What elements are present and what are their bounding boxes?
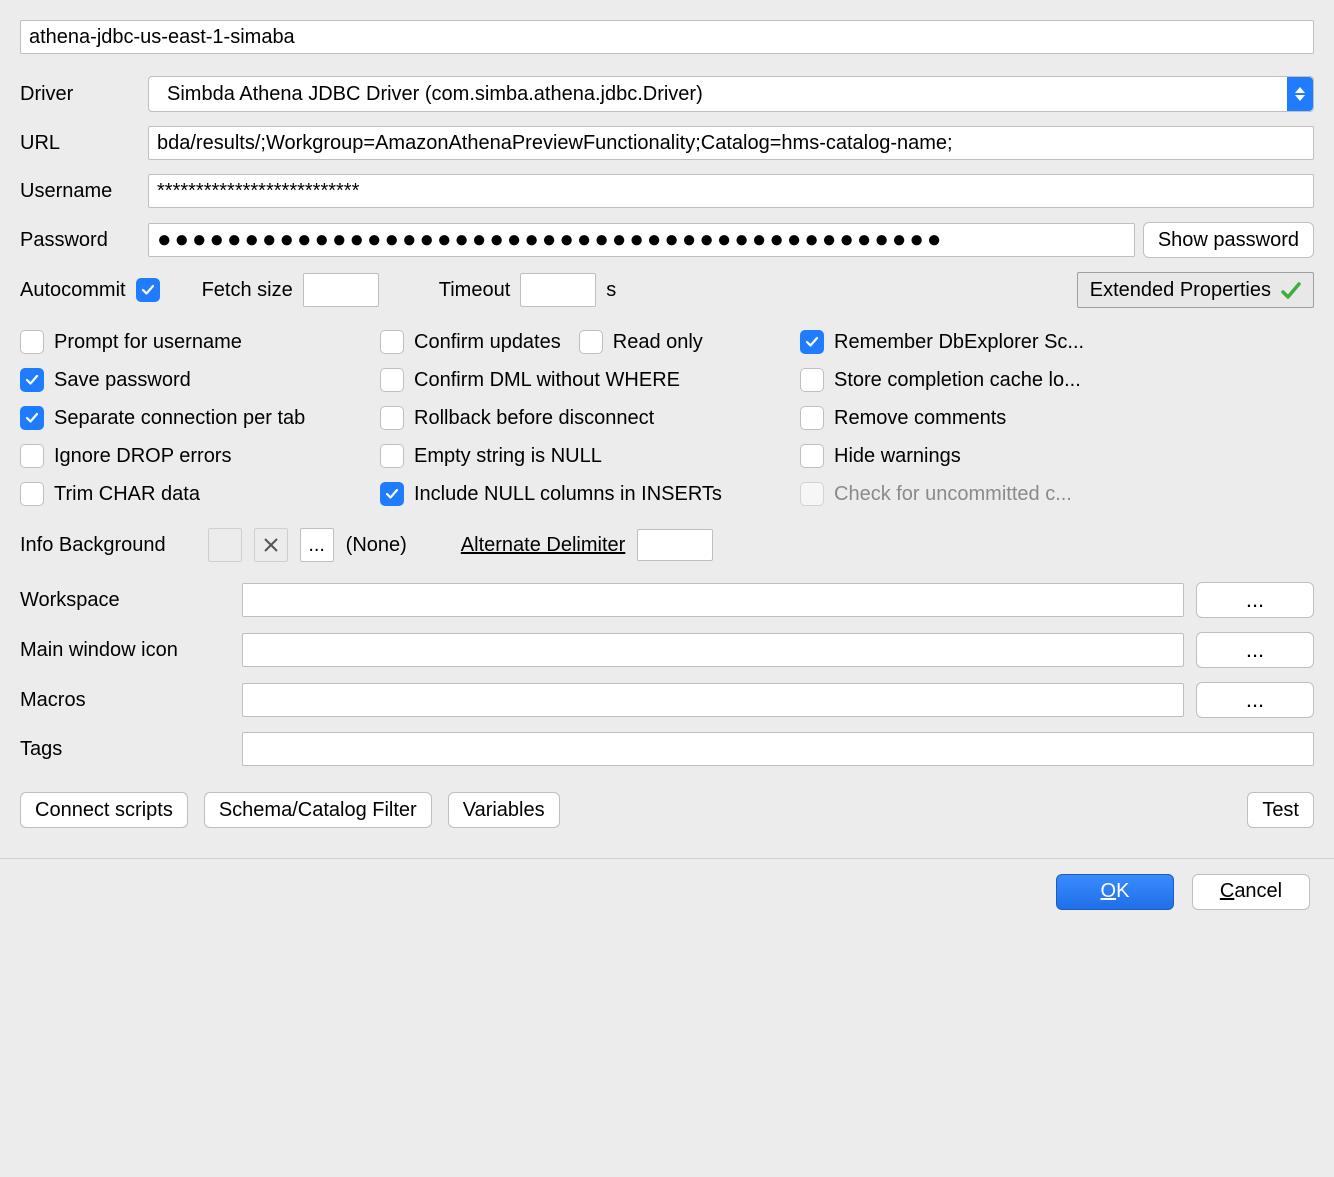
autocommit-label: Autocommit	[20, 279, 126, 302]
info-bg-color-swatch[interactable]	[208, 528, 242, 562]
separate-conn-checkbox[interactable]	[20, 406, 44, 430]
empty-null-label: Empty string is NULL	[414, 445, 602, 468]
driver-label: Driver	[20, 83, 140, 106]
url-input[interactable]	[148, 126, 1314, 160]
username-label: Username	[20, 180, 140, 203]
password-label: Password	[20, 229, 140, 252]
workspace-browse-button[interactable]: ...	[1196, 582, 1314, 618]
fetch-size-input[interactable]	[303, 273, 379, 307]
url-label: URL	[20, 132, 140, 155]
ignore-drop-checkbox[interactable]	[20, 444, 44, 468]
workspace-label: Workspace	[20, 589, 230, 612]
prompt-username-label: Prompt for username	[54, 331, 242, 354]
macros-label: Macros	[20, 689, 230, 712]
dialog-footer: OK Cancel	[0, 858, 1334, 926]
profile-name-input[interactable]	[20, 20, 1314, 54]
confirm-dml-label: Confirm DML without WHERE	[414, 369, 680, 392]
confirm-dml-checkbox[interactable]	[380, 368, 404, 392]
prompt-username-checkbox[interactable]	[20, 330, 44, 354]
cancel-button[interactable]: Cancel	[1192, 874, 1310, 910]
check-uncommitted-label: Check for uncommitted c...	[834, 483, 1072, 506]
extended-properties-button[interactable]: Extended Properties	[1077, 272, 1314, 308]
driver-select-value: Simbda Athena JDBC Driver (com.simba.ath…	[149, 83, 1287, 106]
tags-input[interactable]	[242, 732, 1314, 766]
main-icon-label: Main window icon	[20, 639, 230, 662]
include-null-label: Include NULL columns in INSERTs	[414, 483, 722, 506]
password-mask: ●●●●●●●●●●●●●●●●●●●●●●●●●●●●●●●●●●●●●●●●…	[157, 234, 944, 246]
show-password-button[interactable]: Show password	[1143, 222, 1314, 258]
store-completion-checkbox[interactable]	[800, 368, 824, 392]
username-input[interactable]	[148, 174, 1314, 208]
trim-char-checkbox[interactable]	[20, 482, 44, 506]
read-only-checkbox[interactable]	[579, 330, 603, 354]
remember-dbexplorer-checkbox[interactable]	[800, 330, 824, 354]
timeout-input[interactable]	[520, 273, 596, 307]
rollback-disconnect-checkbox[interactable]	[380, 406, 404, 430]
dots-label: ...	[308, 534, 325, 557]
save-password-checkbox[interactable]	[20, 368, 44, 392]
remove-comments-label: Remove comments	[834, 407, 1006, 430]
alternate-delimiter-input[interactable]	[637, 529, 713, 561]
timeout-unit: s	[606, 279, 616, 302]
remove-comments-checkbox[interactable]	[800, 406, 824, 430]
schema-filter-button[interactable]: Schema/Catalog Filter	[204, 792, 432, 828]
extended-properties-label: Extended Properties	[1090, 279, 1271, 302]
empty-null-checkbox[interactable]	[380, 444, 404, 468]
check-icon	[1281, 282, 1301, 300]
alternate-delimiter-label[interactable]: Alternate Delimiter	[461, 534, 626, 557]
check-uncommitted-checkbox	[800, 482, 824, 506]
info-bg-browse-button[interactable]: ...	[300, 528, 334, 562]
store-completion-label: Store completion cache lo...	[834, 369, 1081, 392]
connection-profile-dialog: Driver Simbda Athena JDBC Driver (com.si…	[0, 0, 1334, 828]
ignore-drop-label: Ignore DROP errors	[54, 445, 231, 468]
test-button[interactable]: Test	[1247, 792, 1314, 828]
include-null-checkbox[interactable]	[380, 482, 404, 506]
macros-input[interactable]	[242, 683, 1184, 717]
main-icon-input[interactable]	[242, 633, 1184, 667]
confirm-updates-checkbox[interactable]	[380, 330, 404, 354]
read-only-label: Read only	[613, 331, 703, 354]
macros-browse-button[interactable]: ...	[1196, 682, 1314, 718]
confirm-updates-label: Confirm updates	[414, 331, 561, 354]
info-bg-none: (None)	[346, 534, 407, 557]
workspace-input[interactable]	[242, 583, 1184, 617]
fetch-size-label: Fetch size	[202, 279, 293, 302]
rollback-disconnect-label: Rollback before disconnect	[414, 407, 654, 430]
remember-dbexplorer-label: Remember DbExplorer Sc...	[834, 331, 1084, 354]
hide-warnings-checkbox[interactable]	[800, 444, 824, 468]
info-bg-clear-button[interactable]	[254, 528, 288, 562]
info-bg-label: Info Background	[20, 534, 166, 557]
variables-button[interactable]: Variables	[448, 792, 560, 828]
trim-char-label: Trim CHAR data	[54, 483, 200, 506]
chevron-up-down-icon	[1287, 77, 1313, 111]
driver-select[interactable]: Simbda Athena JDBC Driver (com.simba.ath…	[148, 76, 1314, 112]
tags-label: Tags	[20, 738, 230, 761]
separate-conn-label: Separate connection per tab	[54, 407, 305, 430]
connect-scripts-button[interactable]: Connect scripts	[20, 792, 188, 828]
autocommit-checkbox[interactable]	[136, 278, 160, 302]
timeout-label: Timeout	[439, 279, 511, 302]
main-icon-browse-button[interactable]: ...	[1196, 632, 1314, 668]
hide-warnings-label: Hide warnings	[834, 445, 961, 468]
ok-button[interactable]: OK	[1056, 874, 1174, 910]
options-grid: Prompt for username Confirm updates Read…	[20, 330, 1314, 506]
x-icon	[262, 536, 280, 554]
save-password-label: Save password	[54, 369, 191, 392]
password-input[interactable]: ●●●●●●●●●●●●●●●●●●●●●●●●●●●●●●●●●●●●●●●●…	[148, 223, 1135, 257]
